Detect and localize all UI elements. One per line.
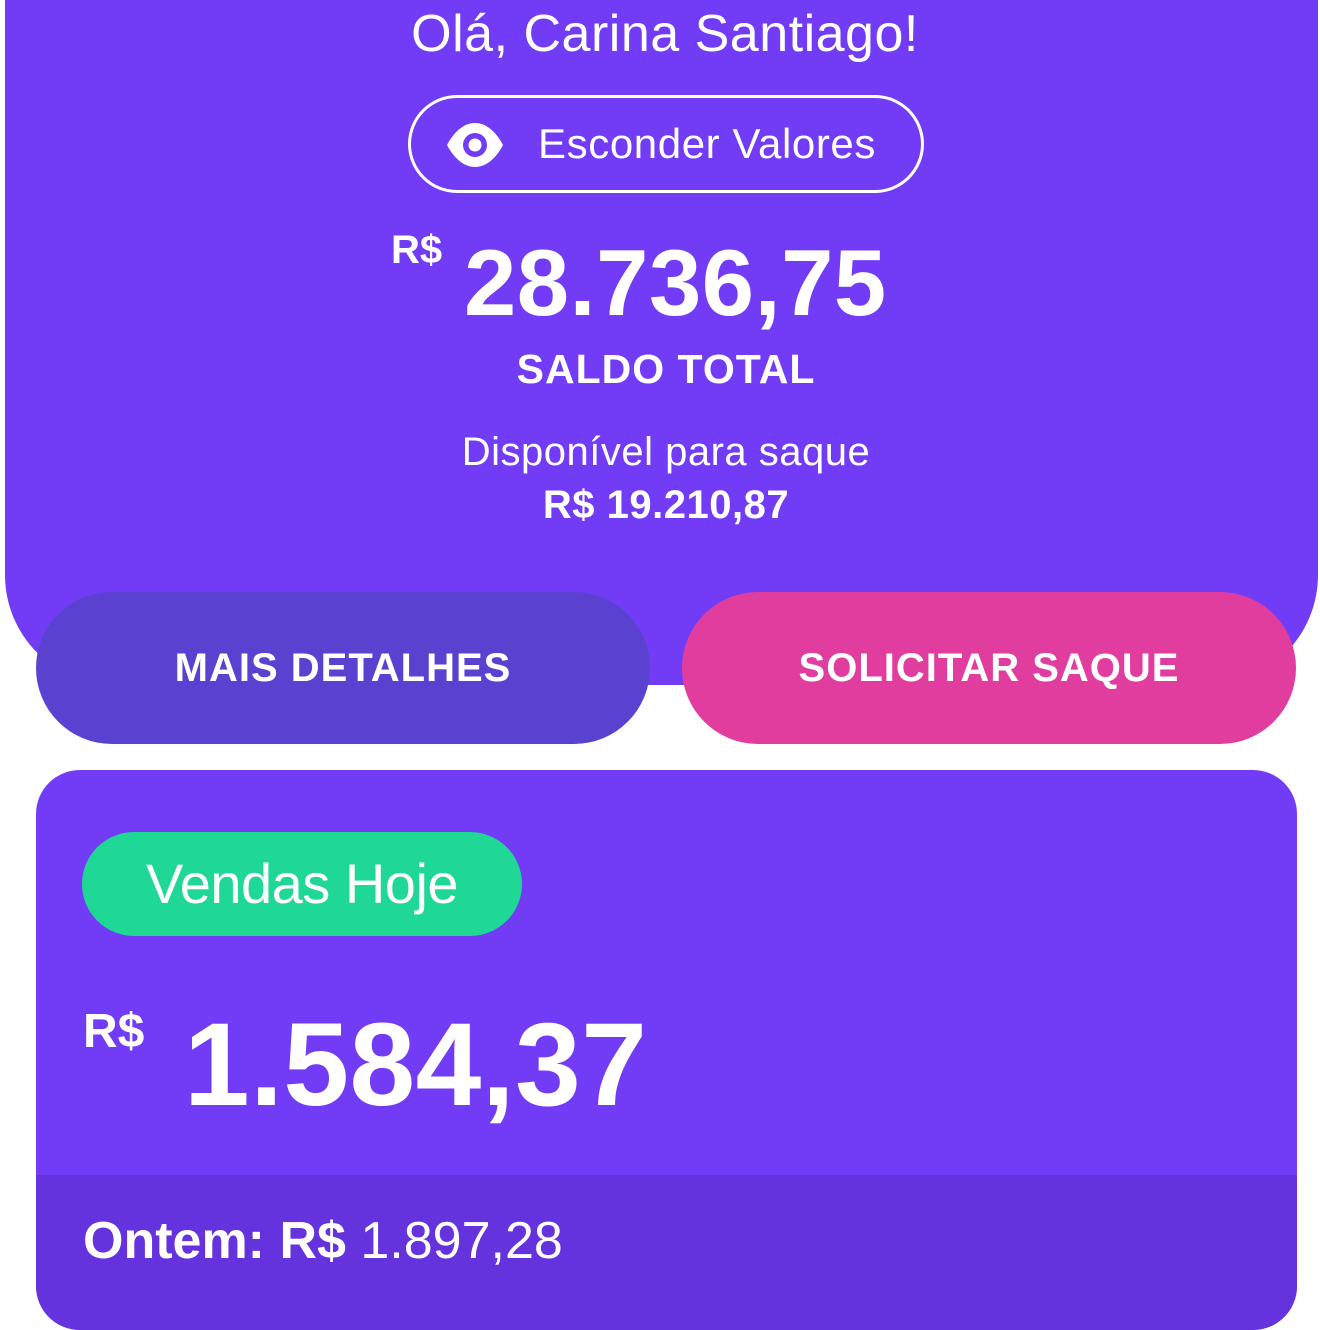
yesterday-sales: Ontem: R$ 1.897,28 <box>83 1211 563 1271</box>
eye-icon <box>447 123 503 167</box>
available-value: R$ 19.210,87 <box>542 483 790 527</box>
sales-today-card: Vendas Hoje R$ 1.584,37 Ontem: R$ 1.897,… <box>36 770 1297 1330</box>
sales-currency: R$ <box>83 1005 145 1058</box>
balance-currency: R$ <box>391 228 443 272</box>
sales-today-badge: Vendas Hoje <box>82 832 522 936</box>
available-label: Disponível para saque <box>461 430 871 474</box>
yesterday-value: 1.897,28 <box>345 1212 563 1270</box>
more-details-button[interactable]: MAIS DETALHES <box>36 592 650 744</box>
balance-total-value: 28.736,75 <box>464 230 887 335</box>
yesterday-bar: Ontem: R$ 1.897,28 <box>36 1175 1297 1330</box>
balance-total-label: SALDO TOTAL <box>516 346 816 392</box>
greeting-title: Olá, Carina Santiago! <box>411 5 919 63</box>
sales-today-value: 1.584,37 <box>184 999 648 1131</box>
request-withdraw-button[interactable]: SOLICITAR SAQUE <box>682 592 1296 744</box>
hide-values-button[interactable]: Esconder Valores <box>408 95 924 193</box>
hide-values-label: Esconder Valores <box>538 120 876 167</box>
yesterday-label: Ontem: R$ <box>83 1212 346 1270</box>
